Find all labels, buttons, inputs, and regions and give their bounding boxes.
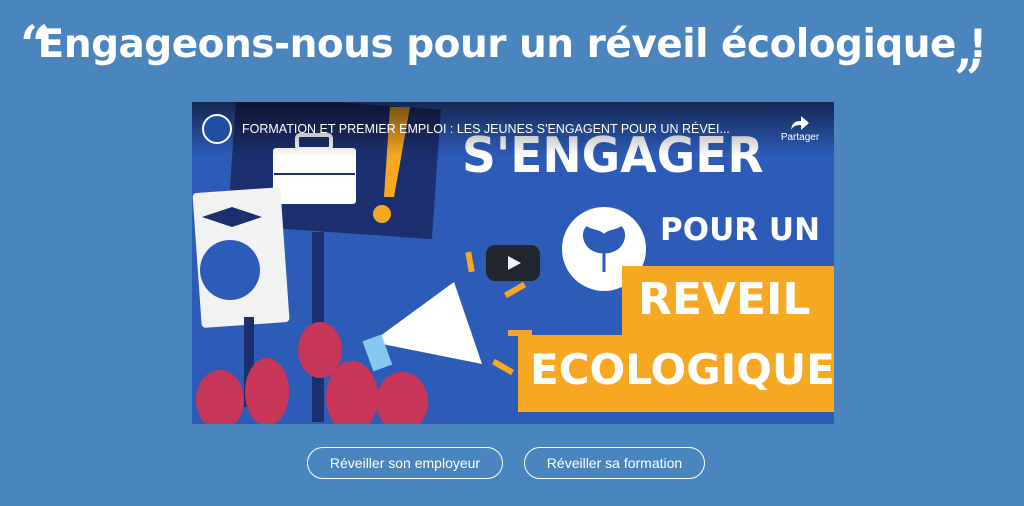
video-title[interactable]: FORMATION ET PREMIER EMPLOI : LES JEUNES… [242, 122, 730, 136]
close-quote-mark: ” [954, 49, 984, 110]
share-icon [791, 116, 809, 130]
page-title: Engageons-nous pour un réveil écologique… [37, 22, 987, 67]
share-label: Partager [780, 132, 820, 143]
play-button[interactable] [486, 245, 540, 281]
share-button[interactable]: Partager [780, 116, 820, 143]
channel-avatar[interactable] [202, 114, 232, 144]
thumbnail-line-4: ECOLOGIQUE [530, 345, 834, 394]
wake-employer-button[interactable]: Réveiller son employeur [307, 447, 503, 479]
video-player[interactable]: S'ENGAGER POUR UN REVEIL ECOLOGIQUE FORM… [192, 102, 834, 424]
thumbnail-line-3: REVEIL [638, 274, 811, 325]
wake-training-button[interactable]: Réveiller sa formation [524, 447, 705, 479]
thumbnail-line-2: POUR UN [660, 212, 821, 248]
